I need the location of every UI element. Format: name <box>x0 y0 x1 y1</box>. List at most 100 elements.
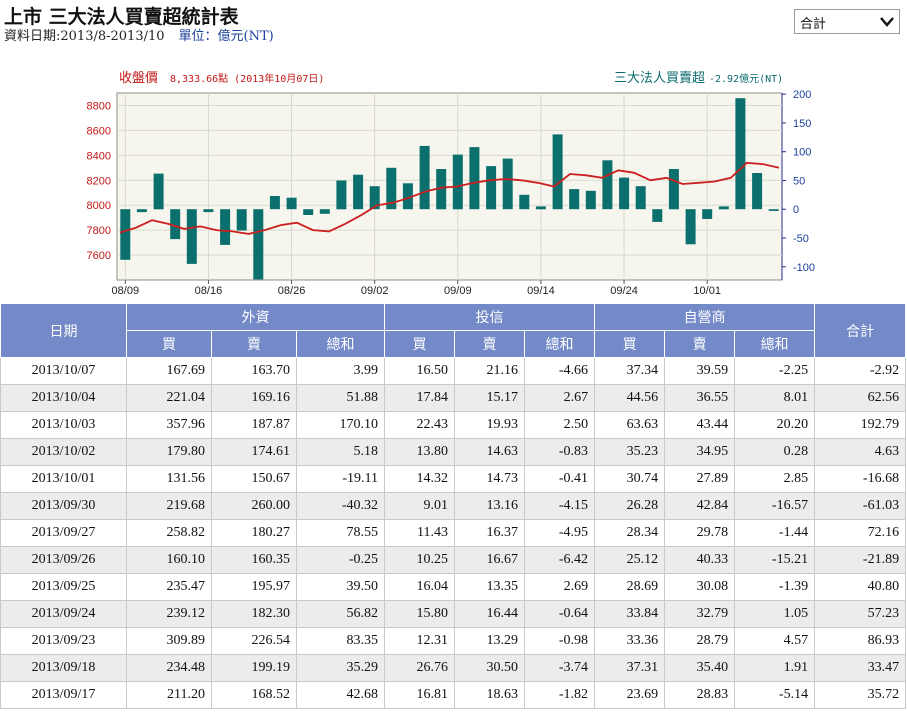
x-tick-label: 09/09 <box>444 285 472 297</box>
table-cell: 44.56 <box>594 384 666 412</box>
unit-label: 單位：億元(NT) <box>178 29 274 44</box>
table-cell: 40.33 <box>664 546 736 574</box>
table-cell: 78.55 <box>295 519 386 547</box>
table-cell: -0.83 <box>524 438 596 466</box>
table-cell: 33.84 <box>594 600 666 628</box>
table-row: 2013/10/07 167.69 163.70 3.99 16.50 21.16 -4.6… <box>0 357 907 385</box>
bar <box>153 173 164 210</box>
right-tick-label: -50 <box>793 233 809 245</box>
table-cell: -0.64 <box>524 600 596 628</box>
bar <box>319 209 330 214</box>
table-cell: 174.61 <box>211 438 297 466</box>
bar <box>469 147 480 210</box>
bar <box>702 209 713 219</box>
table-row: 2013/10/03 357.96 187.87 170.10 22.43 19.93 2.… <box>0 411 907 439</box>
table-row: 2013/10/01 131.56 150.67 -19.11 14.32 14.73 -0… <box>0 465 907 493</box>
table-cell: 15.17 <box>454 384 526 412</box>
table-cell: 28.34 <box>594 519 666 547</box>
table-cell: 170.10 <box>295 411 386 439</box>
table-cell: 2.69 <box>524 573 596 601</box>
header-dealer-buy: 買 <box>594 330 666 358</box>
table-cell: 1.91 <box>734 654 816 682</box>
header-date: 日期 <box>0 303 127 358</box>
table-cell: 309.89 <box>126 627 212 655</box>
header-dealer-sell: 賣 <box>664 330 736 358</box>
table-cell: 63.63 <box>594 411 666 439</box>
table-cell: -1.39 <box>734 573 816 601</box>
row-date: 2013/09/27 <box>0 519 127 547</box>
table-cell: 57.23 <box>814 600 907 628</box>
table-cell: -40.32 <box>295 492 386 520</box>
table-row: 2013/09/17 211.20 168.52 42.68 16.81 18.63 -1.… <box>0 681 907 709</box>
table-cell: 17.84 <box>384 384 456 412</box>
right-tick-label: 200 <box>793 89 811 101</box>
row-date: 2013/10/02 <box>0 438 127 466</box>
table-cell: -5.14 <box>734 681 816 709</box>
table-cell: -1.44 <box>734 519 816 547</box>
table-cell: 35.29 <box>295 654 386 682</box>
table-cell: 35.23 <box>594 438 666 466</box>
bar <box>486 166 497 210</box>
left-tick-label: 8200 <box>87 175 111 187</box>
table-cell: 14.32 <box>384 465 456 493</box>
bar <box>253 209 264 280</box>
data-table: 日期 外資 投信 自營商 合計 買 賣 總和 買 賣 總和 買 賣 總和 201… <box>0 303 907 709</box>
row-date: 2013/09/17 <box>0 681 127 709</box>
table-cell: 28.79 <box>664 627 736 655</box>
bar <box>735 98 746 210</box>
row-date: 2013/10/04 <box>0 384 127 412</box>
table-cell: 2.50 <box>524 411 596 439</box>
table-cell: 35.72 <box>814 681 907 709</box>
row-date: 2013/09/30 <box>0 492 127 520</box>
table-cell: 39.50 <box>295 573 386 601</box>
bar <box>269 196 280 210</box>
table-cell: 14.73 <box>454 465 526 493</box>
x-tick-label: 08/09 <box>112 285 140 297</box>
table-cell: -0.25 <box>295 546 386 574</box>
bar <box>569 189 580 210</box>
table-row: 2013/10/04 221.04 169.16 51.88 17.84 15.17 2.6… <box>0 384 907 412</box>
bar <box>652 209 663 222</box>
table-cell: -61.03 <box>814 492 907 520</box>
row-date: 2013/09/24 <box>0 600 127 628</box>
table-cell: 260.00 <box>211 492 297 520</box>
right-axis-ticks: -100 -50 0 50 100 150 200 <box>782 89 815 274</box>
table-cell: 0.28 <box>734 438 816 466</box>
page-subtitle: 資料日期:2013/8-2013/10 單位：億元(NT) <box>4 25 274 44</box>
bar <box>752 173 763 210</box>
table-cell: 182.30 <box>211 600 297 628</box>
right-series-label: 三大法人買賣超 <box>614 71 705 86</box>
bar <box>585 190 596 210</box>
bar <box>668 169 679 210</box>
header-trust: 投信 <box>384 303 596 331</box>
bar <box>502 158 513 210</box>
bar <box>353 174 364 210</box>
table-cell: -16.57 <box>734 492 816 520</box>
left-tick-label: 8000 <box>87 200 111 212</box>
table-row: 2013/09/18 234.48 199.19 35.29 26.76 30.50 -3.… <box>0 654 907 682</box>
left-axis-ticks: 7600 7800 8000 8200 8400 8600 8800 <box>87 100 111 262</box>
right-tick-label: 0 <box>793 204 799 216</box>
table-cell: -21.89 <box>814 546 907 574</box>
right-tick-label: 150 <box>793 118 811 130</box>
table-cell: 226.54 <box>211 627 297 655</box>
chart: 7600 7800 8000 8200 8400 8600 8800 -100 -50 0 50 1… <box>87 71 816 297</box>
bar <box>120 209 131 260</box>
table-cell: 160.10 <box>126 546 212 574</box>
table-cell: 56.82 <box>295 600 386 628</box>
table-cell: 2.67 <box>524 384 596 412</box>
category-select[interactable]: 合計 <box>794 9 900 34</box>
left-series-label: 收盤價 <box>119 71 158 86</box>
bar <box>685 209 696 245</box>
table-cell: 28.83 <box>664 681 736 709</box>
table-cell: 219.68 <box>126 492 212 520</box>
chevron-down-icon <box>880 17 894 27</box>
table-row: 2013/10/02 179.80 174.61 5.18 13.80 14.63 -0.8… <box>0 438 907 466</box>
table-cell: 239.12 <box>126 600 212 628</box>
bar <box>718 206 729 210</box>
row-date: 2013/10/01 <box>0 465 127 493</box>
table-cell: -2.92 <box>814 357 907 385</box>
bar <box>303 209 314 215</box>
table-cell: 10.25 <box>384 546 456 574</box>
bar <box>535 206 546 210</box>
